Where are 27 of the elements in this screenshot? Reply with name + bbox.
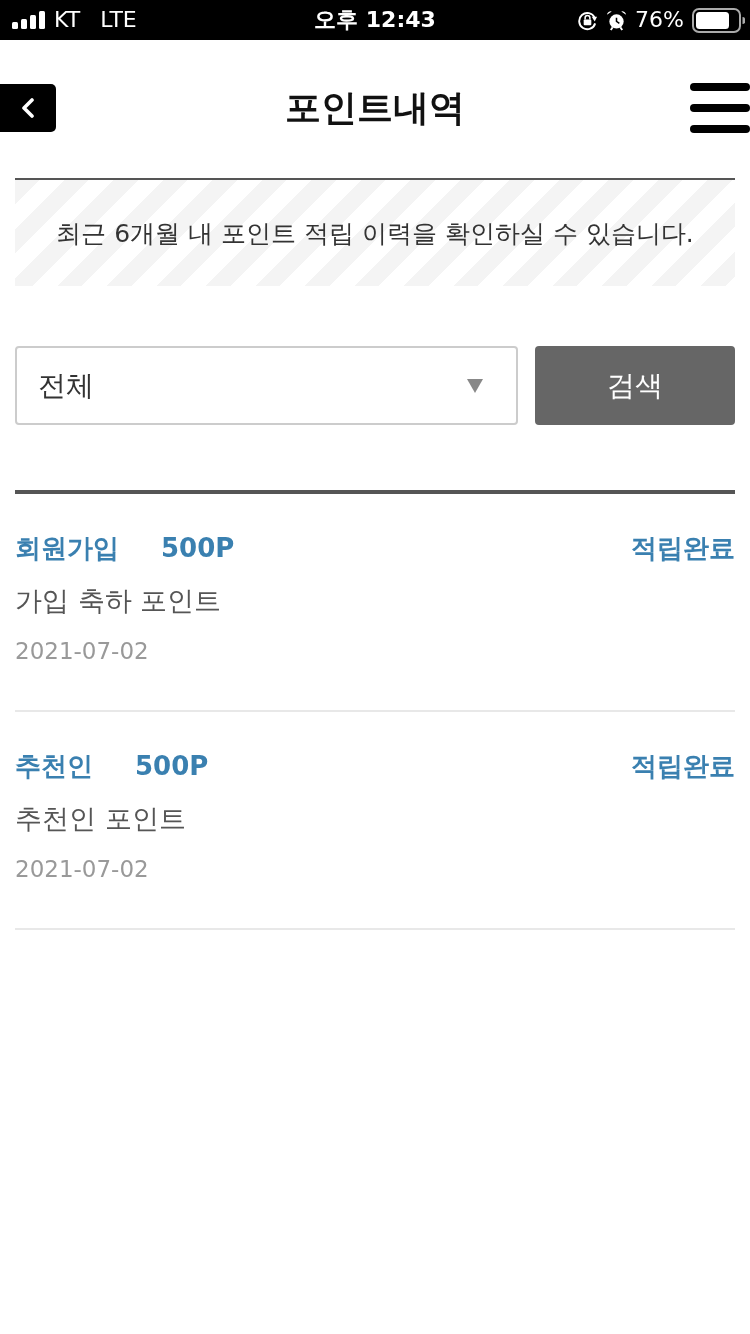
point-amount: 500P: [161, 532, 235, 565]
point-date: 2021-07-02: [15, 637, 150, 666]
carrier-name: KT: [54, 6, 81, 34]
point-status: 적립완료: [631, 532, 735, 565]
search-button[interactable]: 검색: [535, 346, 735, 425]
chevron-left-icon: [21, 98, 35, 118]
network-type: LTE: [100, 6, 137, 34]
period-dropdown[interactable]: 전체: [15, 346, 518, 425]
battery-icon: [692, 7, 745, 33]
back-button[interactable]: [0, 84, 56, 132]
point-description: 추천인 포인트: [15, 802, 187, 836]
menu-icon: [690, 83, 750, 133]
signal-icon: [12, 11, 46, 29]
clock-time: 오후 12:43: [314, 6, 436, 34]
point-amount: 500P: [135, 750, 209, 783]
notice-text: 최근 6개월 내 포인트 적립 이력을 확인하실 수 있습니다.: [56, 217, 694, 250]
page-title: 포인트내역: [285, 86, 465, 130]
rotation-lock-icon: [577, 9, 599, 31]
point-category: 회원가입: [15, 532, 119, 565]
point-category: 추천인: [15, 750, 93, 783]
point-date: 2021-07-02: [15, 855, 150, 884]
caret-down-icon: [467, 378, 483, 393]
menu-button[interactable]: [690, 83, 750, 133]
battery-percent: 76%: [635, 6, 684, 34]
alarm-clock-icon: [606, 9, 628, 31]
point-status: 적립완료: [631, 750, 735, 783]
point-description: 가입 축하 포인트: [15, 584, 223, 618]
